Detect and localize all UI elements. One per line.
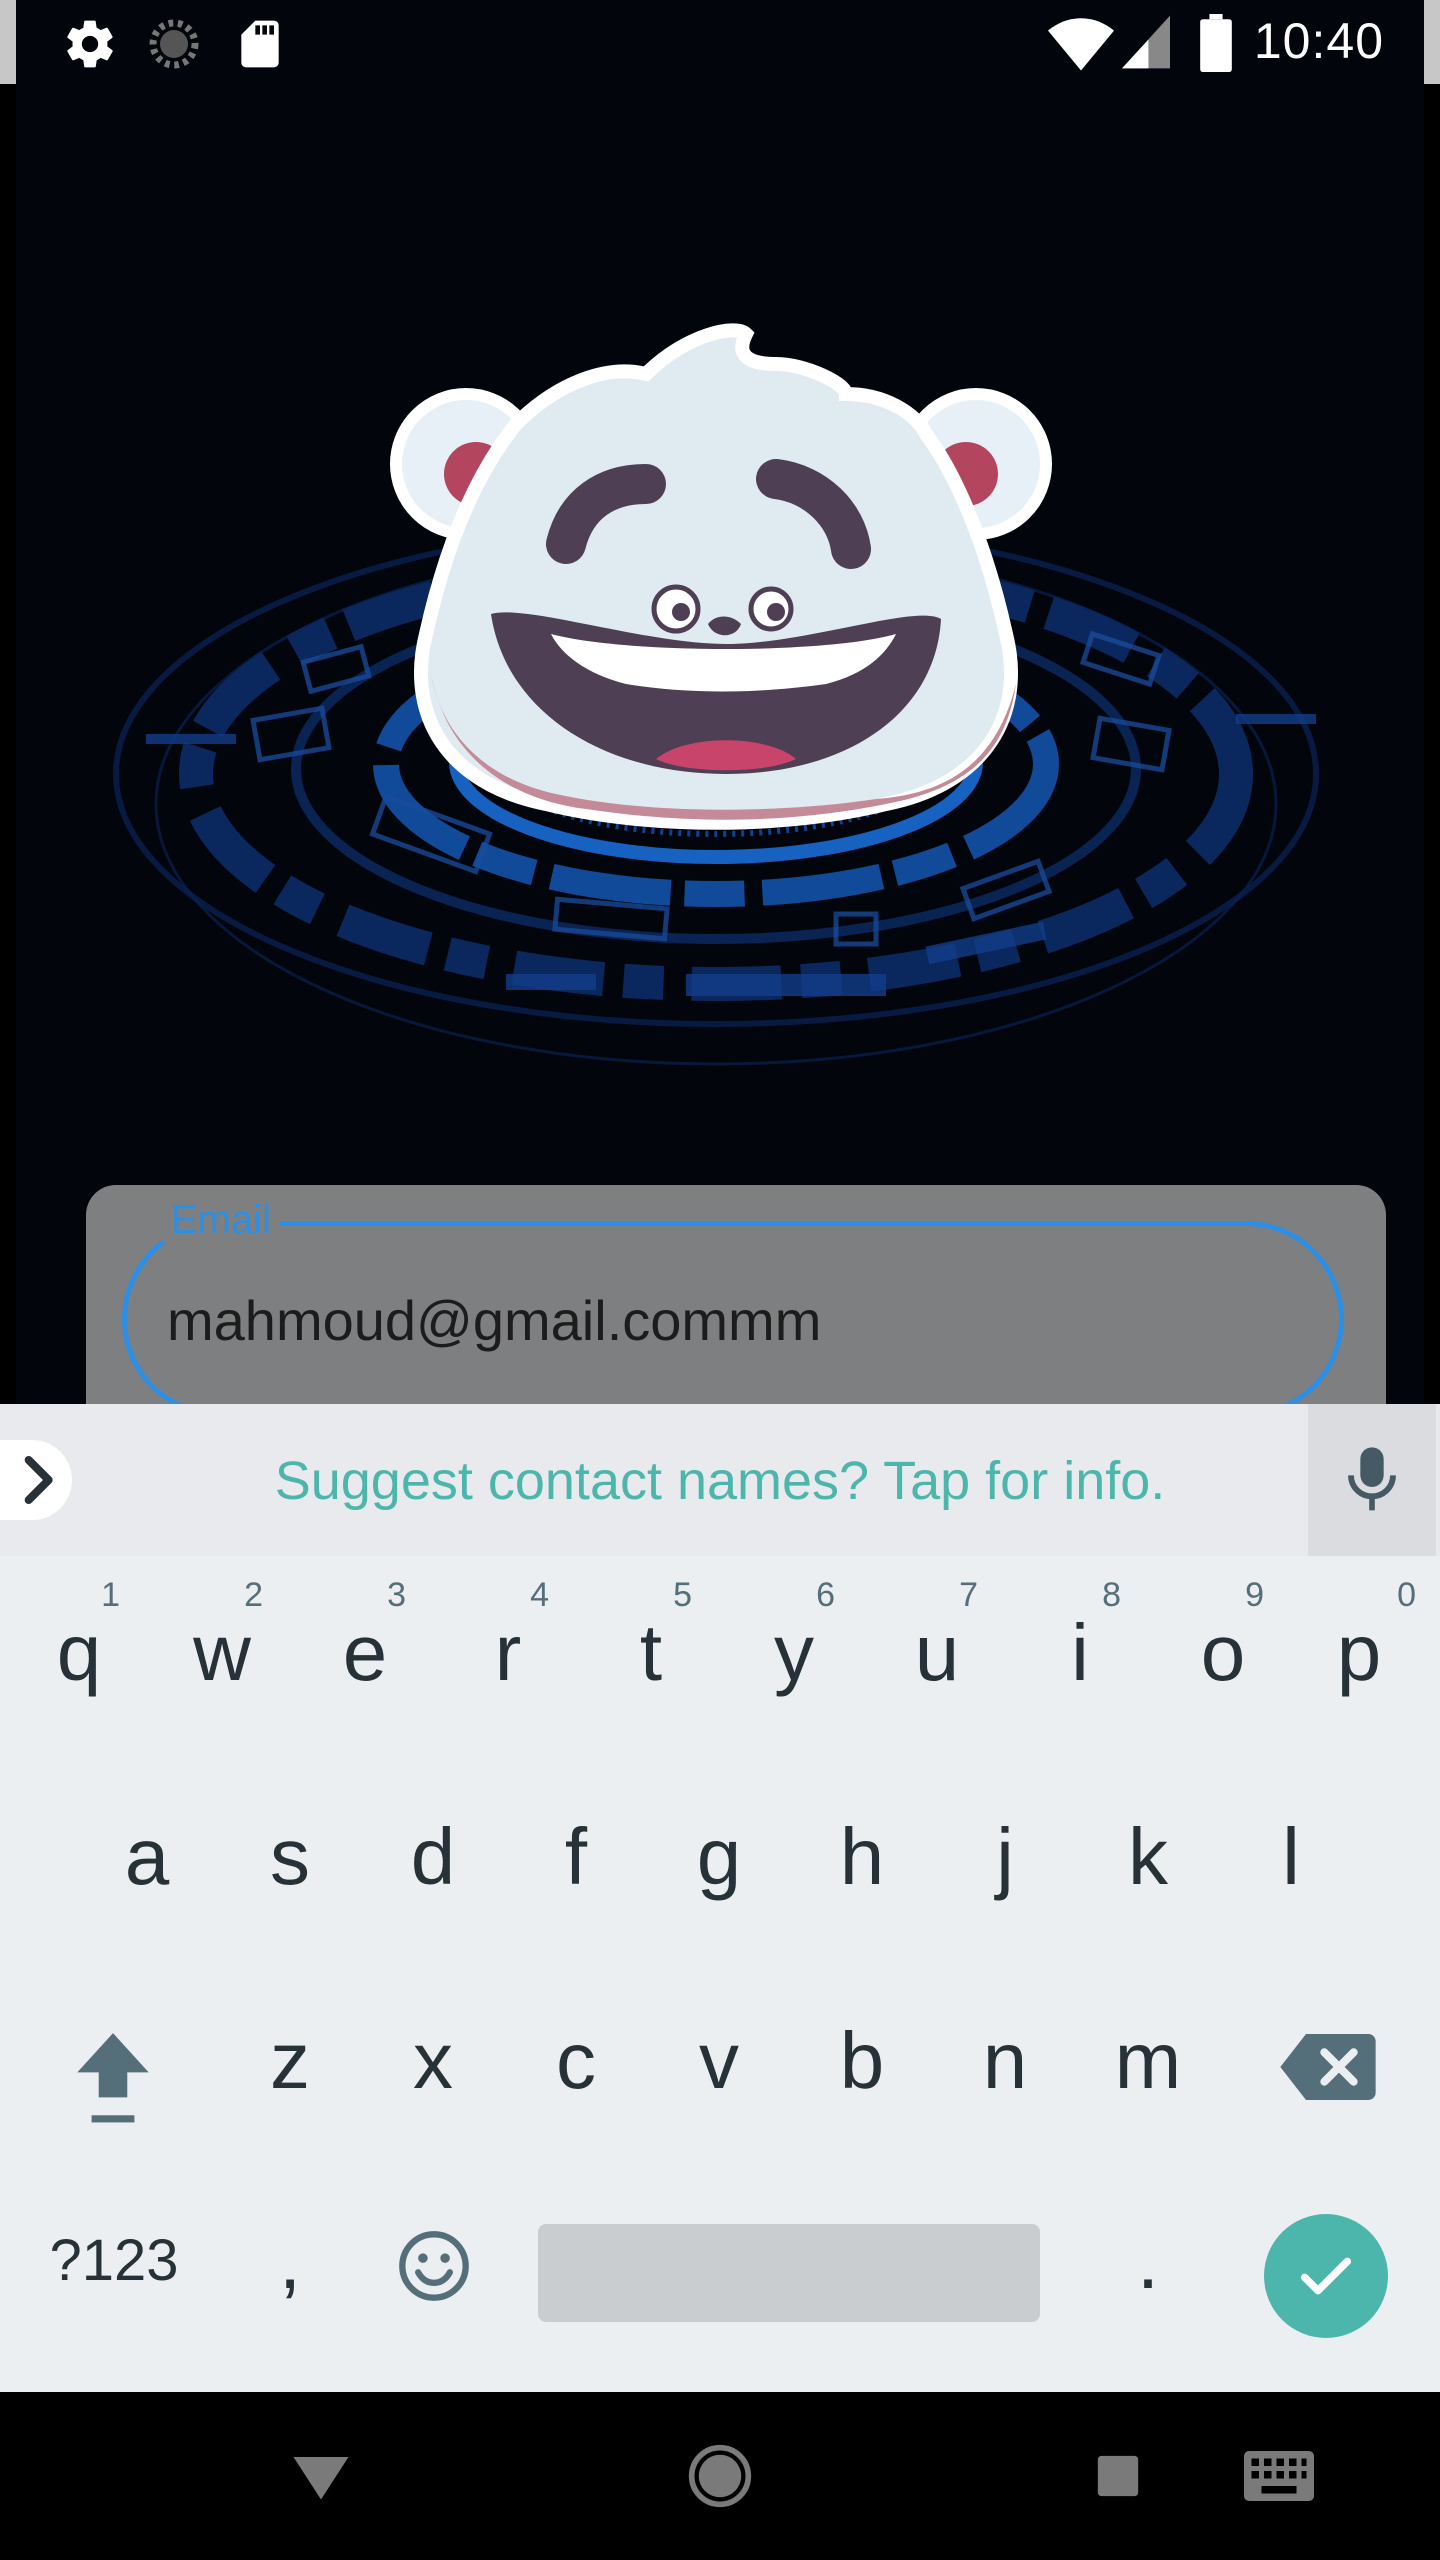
battery-icon — [1200, 14, 1232, 72]
key-x[interactable]: x — [362, 1964, 504, 2154]
key-label: a — [124, 1812, 170, 1901]
key-a[interactable]: a — [76, 1760, 218, 1950]
voice-input-button[interactable] — [1308, 1404, 1436, 1556]
key-label: n — [982, 2016, 1028, 2105]
email-field[interactable]: Email mahmoud@gmail.commm — [122, 1198, 1344, 1404]
email-field-label: Email — [163, 1198, 280, 1243]
key-label: i — [1071, 1608, 1089, 1697]
key-label: t — [639, 1608, 663, 1697]
symbols-key[interactable]: ?123 — [34, 2164, 194, 2354]
key-label: . — [1136, 2216, 1160, 2305]
key-w[interactable]: 2w — [151, 1556, 293, 1746]
key-m[interactable]: m — [1077, 1964, 1219, 2154]
shift-icon — [77, 2033, 149, 2123]
status-bar-edge — [1424, 0, 1440, 84]
recents-icon[interactable] — [1096, 2454, 1140, 2498]
key-label: c — [556, 2016, 596, 2105]
key-e[interactable]: 3e — [294, 1556, 436, 1746]
status-bar-edge — [0, 0, 16, 84]
key-l[interactable]: l — [1220, 1760, 1362, 1950]
checkmark-icon — [1300, 2257, 1352, 2295]
period-key[interactable]: . — [1077, 2164, 1219, 2354]
key-v[interactable]: v — [648, 1964, 790, 2154]
enter-key[interactable] — [1264, 2214, 1388, 2338]
settings-icon — [67, 20, 113, 68]
emoji-icon — [399, 2231, 469, 2301]
bear-mascot — [390, 323, 1052, 830]
key-r[interactable]: 4r — [437, 1556, 579, 1746]
microphone-icon — [1348, 1447, 1396, 1511]
comma-key[interactable]: , — [219, 2164, 361, 2354]
back-icon[interactable] — [290, 2452, 352, 2502]
contact-suggestion-prompt[interactable]: Suggest contact names? Tap for info. — [0, 1450, 1440, 1512]
backspace-icon — [1280, 2034, 1376, 2100]
key-i[interactable]: 8i — [1009, 1556, 1151, 1746]
key-k[interactable]: k — [1077, 1760, 1219, 1950]
login-form-card: Email mahmoud@gmail.commm — [86, 1185, 1386, 1404]
key-z[interactable]: z — [219, 1964, 361, 2154]
loading-icon — [149, 19, 199, 69]
key-d[interactable]: d — [362, 1760, 504, 1950]
key-n[interactable]: n — [934, 1964, 1076, 2154]
key-label: l — [1282, 1812, 1300, 1901]
navigation-bar — [0, 2392, 1440, 2560]
status-bar: 10:40 — [0, 0, 1440, 84]
login-screen: Email mahmoud@gmail.commm — [16, 84, 1424, 1404]
key-label: h — [839, 1812, 885, 1901]
key-label: , — [278, 2216, 302, 2305]
key-label: b — [839, 2016, 885, 2105]
signal-icon — [1122, 15, 1170, 69]
shift-key[interactable] — [42, 1964, 184, 2154]
key-h[interactable]: h — [791, 1760, 933, 1950]
key-label: k — [1128, 1812, 1168, 1901]
key-y[interactable]: 6y — [723, 1556, 865, 1746]
key-label: u — [914, 1608, 960, 1697]
key-f[interactable]: f — [505, 1760, 647, 1950]
key-label: j — [996, 1812, 1014, 1901]
key-label: o — [1200, 1608, 1246, 1697]
key-label: s — [270, 1812, 310, 1901]
key-p[interactable]: 0p — [1288, 1556, 1430, 1746]
key-label: p — [1336, 1608, 1382, 1697]
key-label: r — [494, 1608, 522, 1697]
key-label: g — [696, 1812, 742, 1901]
key-label: m — [1114, 2016, 1182, 2105]
sd-card-icon — [241, 20, 279, 68]
key-label: e — [342, 1608, 388, 1697]
email-field-value[interactable]: mahmoud@gmail.commm — [167, 1288, 821, 1353]
key-c[interactable]: c — [505, 1964, 647, 2154]
emoji-key[interactable] — [362, 2164, 504, 2354]
key-b[interactable]: b — [791, 1964, 933, 2154]
key-label: y — [774, 1608, 814, 1697]
key-u[interactable]: 7u — [866, 1556, 1008, 1746]
key-label: x — [413, 2016, 453, 2105]
key-label: z — [270, 2016, 310, 2105]
key-label: v — [699, 2016, 739, 2105]
key-label: f — [564, 1812, 588, 1901]
key-o[interactable]: 9o — [1152, 1556, 1294, 1746]
space-bar[interactable] — [538, 2224, 1040, 2322]
key-j[interactable]: j — [934, 1760, 1076, 1950]
status-clock: 10:40 — [1253, 13, 1384, 69]
mascot-illustration — [113, 323, 1319, 1066]
key-label: d — [410, 1812, 456, 1901]
suggestion-strip: Suggest contact names? Tap for info. — [0, 1404, 1440, 1556]
keyboard-switch-icon[interactable] — [1244, 2450, 1314, 2502]
key-label: w — [193, 1608, 251, 1697]
key-g[interactable]: g — [648, 1760, 790, 1950]
backspace-key[interactable] — [1258, 1964, 1400, 2154]
key-t[interactable]: 5t — [580, 1556, 722, 1746]
wifi-icon — [1048, 18, 1114, 71]
home-icon[interactable] — [686, 2442, 754, 2510]
key-s[interactable]: s — [219, 1760, 361, 1950]
key-q[interactable]: 1q — [8, 1556, 150, 1746]
key-label: ?123 — [49, 2228, 179, 2293]
key-label: q — [56, 1608, 102, 1697]
